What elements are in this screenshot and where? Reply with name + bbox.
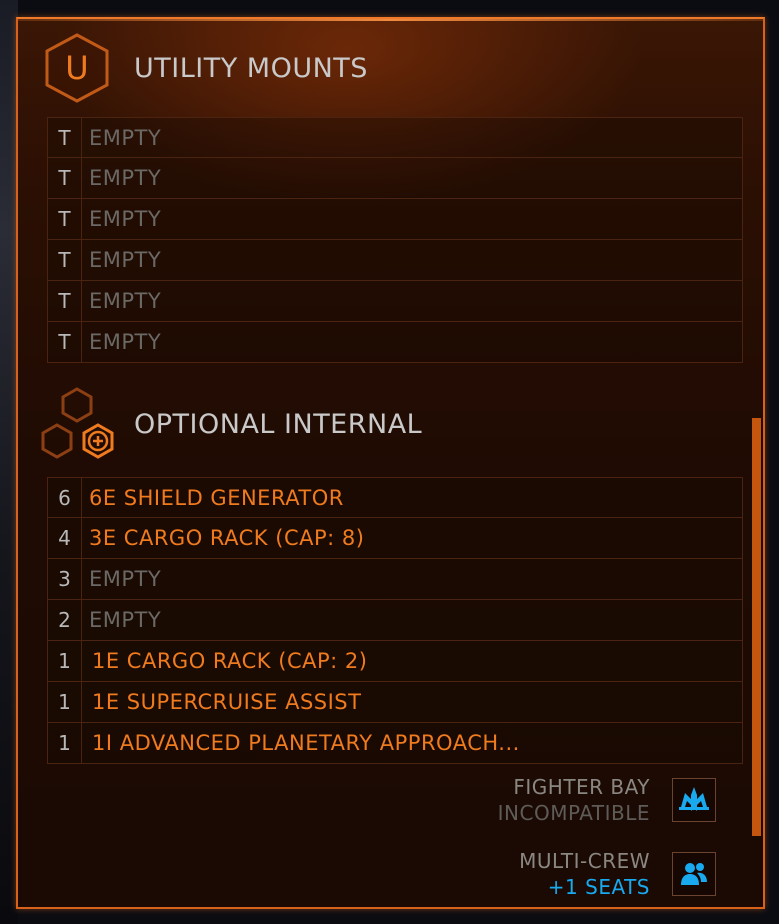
slot-size: 1: [48, 723, 82, 763]
slot-size: T: [48, 240, 82, 280]
utility-mounts-title: UTILITY MOUNTS: [134, 52, 368, 84]
slot-row[interactable]: T EMPTY: [47, 117, 743, 158]
scrollbar-thumb[interactable]: [752, 418, 761, 836]
slot-size: T: [48, 158, 82, 198]
slot-row[interactable]: 1 1E SUPERCRUISE ASSIST: [47, 682, 743, 723]
slot-size: 1: [48, 641, 82, 681]
slot-module-name: EMPTY: [89, 248, 162, 272]
slot-module-name: EMPTY: [89, 166, 162, 190]
utility-badge-letter: U: [65, 49, 88, 87]
slot-module-name: 3E CARGO RACK (CAP: 8): [89, 526, 365, 550]
slot-size: T: [48, 118, 82, 157]
multi-crew-text: MULTI-CREW +1 SEATS: [480, 848, 650, 900]
multi-crew-ability: MULTI-CREW +1 SEATS: [480, 848, 716, 900]
slot-module-name: EMPTY: [89, 289, 162, 313]
slot-row[interactable]: 4 3E CARGO RACK (CAP: 8): [47, 518, 743, 559]
slot-row[interactable]: T EMPTY: [47, 281, 743, 322]
slot-row[interactable]: 6 6E SHIELD GENERATOR: [47, 477, 743, 518]
slot-size: T: [48, 199, 82, 239]
slot-module-name: EMPTY: [89, 207, 162, 231]
optional-internal-title: OPTIONAL INTERNAL: [134, 408, 423, 440]
fighter-bay-button[interactable]: [672, 778, 716, 822]
slot-module-name: EMPTY: [89, 608, 162, 632]
slot-row[interactable]: T EMPTY: [47, 322, 743, 363]
crew-icon: [681, 863, 707, 885]
slot-module-name: 1I ADVANCED PLANETARY APPROACH...: [92, 731, 520, 755]
slot-module-name: EMPTY: [89, 567, 162, 591]
slot-row[interactable]: 1 1E CARGO RACK (CAP: 2): [47, 641, 743, 682]
slot-module-name: 6E SHIELD GENERATOR: [89, 485, 344, 510]
slot-row[interactable]: T EMPTY: [47, 158, 743, 199]
optional-slot-list: 6 6E SHIELD GENERATOR 4 3E CARGO RACK (CAP:…: [47, 477, 743, 764]
slot-module-name: EMPTY: [89, 125, 162, 150]
utility-badge-icon: U: [45, 33, 109, 103]
multi-crew-status: +1 SEATS: [547, 875, 650, 899]
multi-crew-button[interactable]: [672, 852, 716, 896]
fighter-bay-label: FIGHTER BAY: [513, 775, 650, 799]
slot-row[interactable]: 1 1I ADVANCED PLANETARY APPROACH...: [47, 723, 743, 764]
slot-size: 6: [48, 478, 82, 517]
fighter-bay-status: INCOMPATIBLE: [497, 801, 650, 825]
slot-module-name: EMPTY: [89, 330, 162, 354]
fighter-bay-text: FIGHTER BAY INCOMPATIBLE: [480, 774, 650, 826]
slot-size: 4: [48, 518, 82, 558]
slot-module-name: 1E CARGO RACK (CAP: 2): [92, 649, 368, 673]
slot-size: T: [48, 281, 82, 321]
optional-internal-icon: [41, 387, 114, 459]
slot-row[interactable]: T EMPTY: [47, 240, 743, 281]
slot-row[interactable]: 2 EMPTY: [47, 600, 743, 641]
fighter-icon: [679, 787, 709, 811]
fighter-bay-ability: FIGHTER BAY INCOMPATIBLE: [480, 774, 716, 826]
slot-row[interactable]: T EMPTY: [47, 199, 743, 240]
optional-internal-header: OPTIONAL INTERNAL: [38, 385, 422, 467]
slot-size: 3: [48, 559, 82, 599]
slot-size: T: [48, 322, 82, 362]
slot-size: 1: [48, 682, 82, 722]
panel-top-glow: [18, 19, 763, 21]
slot-module-name: 1E SUPERCRUISE ASSIST: [92, 690, 362, 714]
utility-slot-list: T EMPTY T EMPTY T EMPTY T EMPTY T EMPTY T EMPTY: [47, 117, 743, 363]
slot-row[interactable]: 3 EMPTY: [47, 559, 743, 600]
slot-size: 2: [48, 600, 82, 640]
utility-mounts-header: U UTILITY MOUNTS: [42, 32, 368, 104]
multi-crew-label: MULTI-CREW: [519, 849, 650, 873]
